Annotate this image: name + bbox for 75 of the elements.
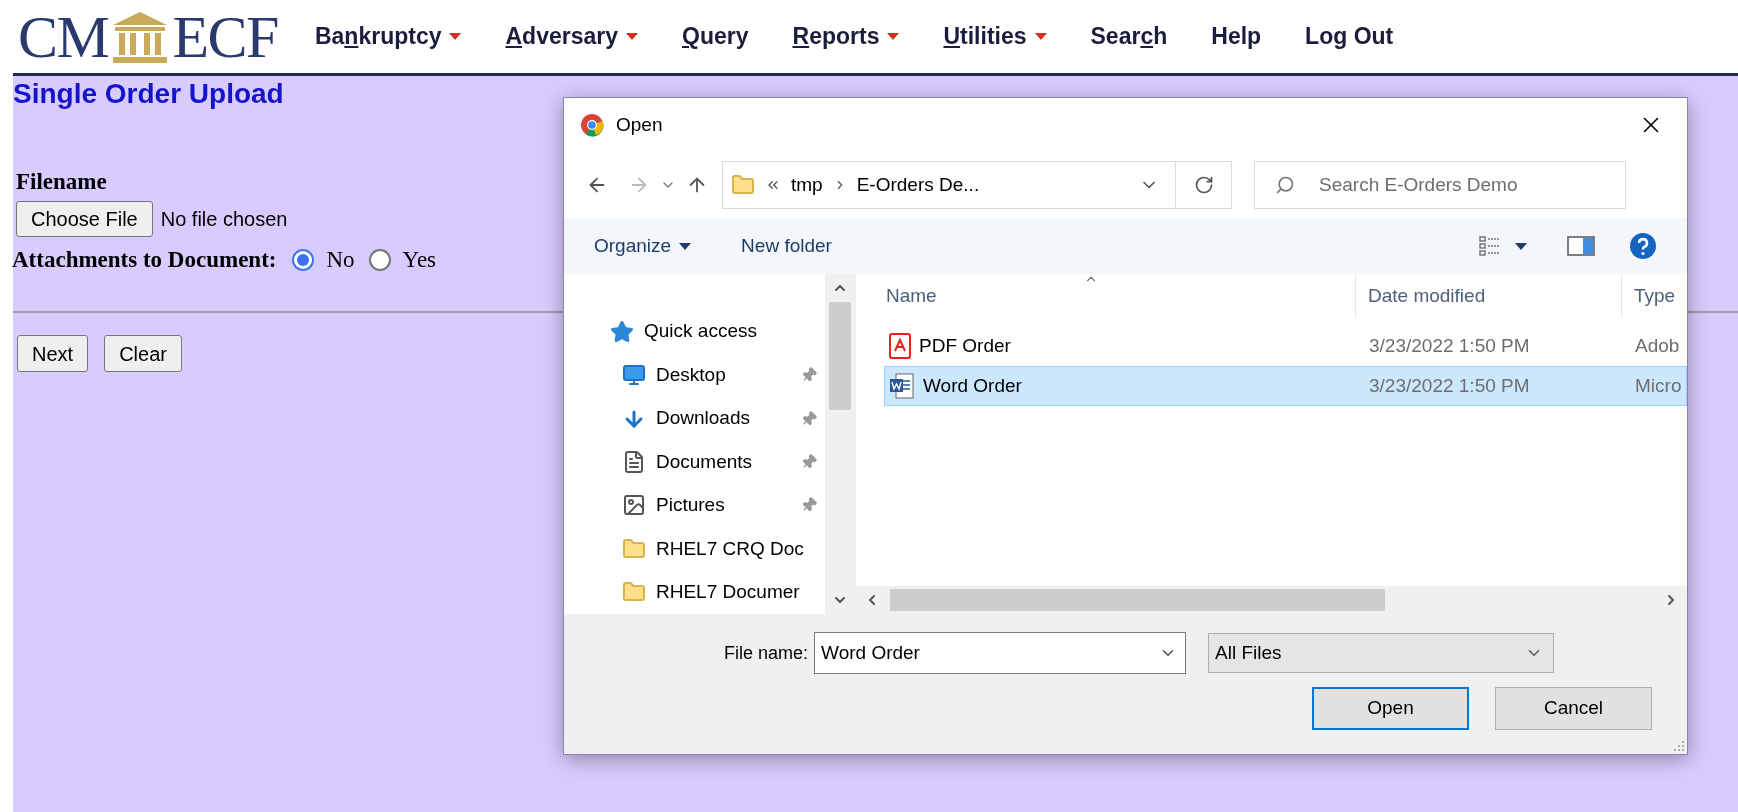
menu-item[interactable]: Search: [1090, 19, 1168, 54]
file-name: PDF Order: [919, 333, 1011, 358]
menu-item[interactable]: Utilities: [943, 19, 1047, 54]
file-row[interactable]: PDF Order 3/23/2022 1:50 PM Adob: [884, 326, 1687, 366]
file-date: 3/23/2022 1:50 PM: [1368, 373, 1531, 398]
radio-button[interactable]: [368, 249, 391, 271]
nav-item[interactable]: Quick access: [564, 310, 825, 354]
search-field[interactable]: Search E-Orders Demo: [1254, 161, 1626, 209]
refresh-icon: [1193, 175, 1214, 195]
menu-item[interactable]: Log Out: [1305, 19, 1394, 54]
menu-item[interactable]: Reports: [792, 19, 900, 54]
caret-icon: [449, 33, 462, 40]
organize-button[interactable]: Organize: [594, 231, 692, 261]
scrollbar[interactable]: [856, 586, 1687, 614]
caret-icon: [626, 33, 639, 40]
field-label: Attachments to Document:: [12, 245, 277, 274]
file-type: Micro: [1634, 373, 1682, 398]
caret-icon: [1515, 242, 1527, 250]
app-icon: [580, 113, 604, 137]
page-title: Single Order Upload: [13, 80, 285, 108]
scrollbar[interactable]: [825, 274, 855, 614]
search-icon: [1275, 175, 1295, 195]
nav-item[interactable]: RHEL7 CRQ Doc: [564, 527, 825, 571]
file-type: Adob: [1634, 333, 1680, 358]
menu-item[interactable]: Query: [682, 19, 749, 54]
menu-item[interactable]: Help: [1211, 19, 1262, 54]
caret-icon: [1034, 33, 1047, 40]
dialog-button[interactable]: Open: [1312, 687, 1469, 730]
image-icon: [622, 493, 646, 518]
choose-file-button[interactable]: Choose File: [16, 200, 153, 237]
word-file-icon: [889, 373, 915, 399]
scroll-thumb[interactable]: [890, 589, 1385, 611]
scroll-thumb[interactable]: [829, 302, 851, 410]
column-header[interactable]: Date modified: [1356, 274, 1622, 318]
nav-item[interactable]: RHEL7 Documer: [564, 570, 825, 614]
column-header[interactable]: Type: [1622, 274, 1687, 318]
new-folder-button[interactable]: New folder: [741, 231, 832, 261]
dialog-title: Open: [616, 112, 663, 137]
breadcrumb-item[interactable]: tmp: [791, 170, 823, 200]
nav-item[interactable]: Downloads: [564, 396, 825, 441]
radio-label: No: [326, 245, 355, 274]
file-type-dropdown[interactable]: All Files: [1208, 633, 1555, 673]
logo-text: ECF: [172, 6, 278, 67]
radio-button[interactable]: [292, 249, 315, 271]
folder-icon: [622, 536, 646, 561]
help-icon[interactable]: [1629, 232, 1657, 260]
monitor-icon: [622, 363, 646, 388]
dialog-button[interactable]: Cancel: [1495, 687, 1652, 730]
breadcrumb-item[interactable]: E-Orders De...: [856, 170, 980, 200]
nav-item[interactable]: Pictures: [564, 483, 825, 528]
caret-icon: [887, 33, 900, 40]
menu-item[interactable]: Adversary: [505, 19, 639, 54]
radio-label: Yes: [402, 245, 437, 274]
view-button[interactable]: [1479, 236, 1527, 256]
nav-item[interactable]: Desktop: [564, 353, 825, 397]
nav-item[interactable]: Documents: [564, 440, 825, 484]
form-button[interactable]: Next: [17, 335, 89, 373]
file-date: 3/23/2022 1:50 PM: [1368, 333, 1531, 358]
column-header[interactable]: Name: [856, 274, 1356, 318]
preview-pane-icon[interactable]: [1567, 236, 1595, 256]
pdf-file-icon: [889, 333, 911, 359]
caret-icon: [679, 242, 692, 250]
address-bar[interactable]: tmp E-Orders De...: [722, 161, 1232, 209]
menu-item[interactable]: Bankruptcy: [314, 19, 462, 54]
file-row[interactable]: Word Order 3/23/2022 1:50 PM Micro: [884, 366, 1687, 406]
file-name: Word Order: [923, 373, 1022, 398]
resize-grip-icon[interactable]: [1673, 740, 1685, 752]
field-label: File name:: [724, 641, 809, 665]
form-button[interactable]: Clear: [104, 335, 182, 373]
file-name-field[interactable]: Word Order: [814, 632, 1187, 674]
logo-text: CM: [18, 6, 109, 67]
document-icon: [622, 449, 646, 474]
star-icon: [610, 319, 634, 344]
file-status: No file chosen: [160, 206, 288, 232]
field-label: Filename: [16, 168, 107, 196]
